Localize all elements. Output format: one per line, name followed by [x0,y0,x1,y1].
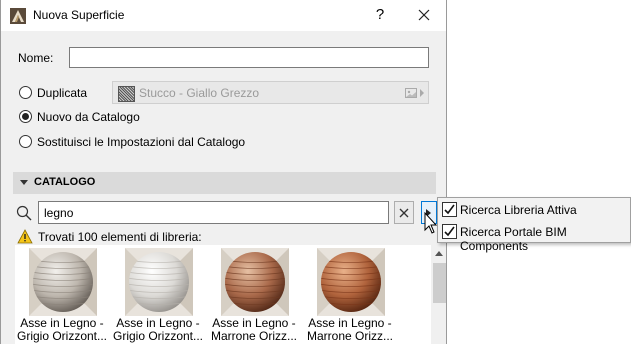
surface-swatch [118,86,135,102]
checkmark-icon [444,226,455,237]
material-sphere-thumbnail [221,248,289,316]
material-sphere-thumbnail [125,248,193,316]
library-item[interactable]: Asse in Legno - Marrone Orizz... [303,245,397,344]
material-sphere-thumbnail [29,248,97,316]
radio-replace-settings-label[interactable]: Sostituisci le Impostazioni dal Catalogo [37,135,245,149]
library-item-name-line2: Grigio Orizzont... [112,329,204,343]
library-item-label: Asse in Legno - Marrone Orizz... [207,317,301,343]
mouse-cursor-icon [424,212,438,234]
radio-replace-settings[interactable] [19,135,32,148]
title-bar: Nuova Superficie ? [1,0,446,31]
library-item[interactable]: Asse in Legno - Grigio Orizzont... [15,245,109,344]
preview-icon [405,88,417,98]
results-scrollbar[interactable] [431,245,446,344]
library-item-label: Asse in Legno - Marrone Orizz... [303,317,397,343]
clear-icon [399,208,409,218]
duplicate-source-name: Stucco - Giallo Grezzo [139,86,260,100]
library-item-label: Asse in Legno - Grigio Orizzont... [15,317,109,343]
results-count-text: Trovati 100 elementi di libreria: [38,230,202,244]
radio-duplicate-label[interactable]: Duplicata [37,86,87,100]
name-label: Nome: [18,51,54,65]
help-button[interactable]: ? [369,2,391,28]
warning-icon [17,229,33,244]
duplicate-surface-picker: Stucco - Giallo Grezzo [112,81,429,104]
checkbox-active-library[interactable] [442,202,457,217]
menu-item-search-active-library[interactable]: Ricerca Libreria Attiva [438,199,630,221]
radio-selected-dot [22,113,29,120]
menu-item-search-bim-portal[interactable]: Ricerca Portale BIM Components [438,221,630,253]
scroll-up-icon[interactable] [435,251,443,256]
archicad-app-icon [10,8,26,24]
radio-duplicate[interactable] [19,86,32,99]
menu-item-label: Ricerca Portale BIM Components [460,225,567,253]
radio-new-from-catalog-label[interactable]: Nuovo da Catalogo [37,110,140,124]
scroll-thumb[interactable] [433,263,446,303]
material-sphere-thumbnail [317,248,385,316]
checkmark-icon [444,204,455,215]
clear-search-button[interactable] [394,201,414,224]
catalog-section-header[interactable]: CATALOGO [13,172,436,194]
library-item[interactable]: Asse in Legno - Grigio Orizzont... [111,245,205,344]
catalog-section-label: CATALOGO [34,176,96,188]
library-item[interactable]: Asse in Legno - Marrone Orizz... [207,245,301,344]
close-icon[interactable] [409,2,439,28]
menu-item-label: Ricerca Libreria Attiva [460,203,577,217]
chevron-right-icon [420,89,424,97]
name-field[interactable] [69,47,429,68]
window-title: Nuova Superficie [33,8,125,22]
search-icon [16,205,32,221]
checkbox-bim-portal[interactable] [442,224,457,239]
library-item-name-line2: Marrone Orizz... [210,329,297,343]
library-results-grid: Asse in Legno - Grigio Orizzont... Asse in… [15,245,446,344]
collapse-arrow-icon [20,180,28,185]
new-surface-dialog: Nuova Superficie ? Nome: Duplicata Stucc… [0,0,447,344]
library-item-name-line2: Marrone Orizz... [306,329,393,343]
search-options-menu: Ricerca Libreria Attiva Ricerca Portale … [437,197,631,253]
radio-new-from-catalog[interactable] [19,110,32,123]
library-item-name-line2: Grigio Orizzont... [16,329,108,343]
catalog-search-input[interactable]: legno [38,201,389,224]
library-item-label: Asse in Legno - Grigio Orizzont... [111,317,205,343]
